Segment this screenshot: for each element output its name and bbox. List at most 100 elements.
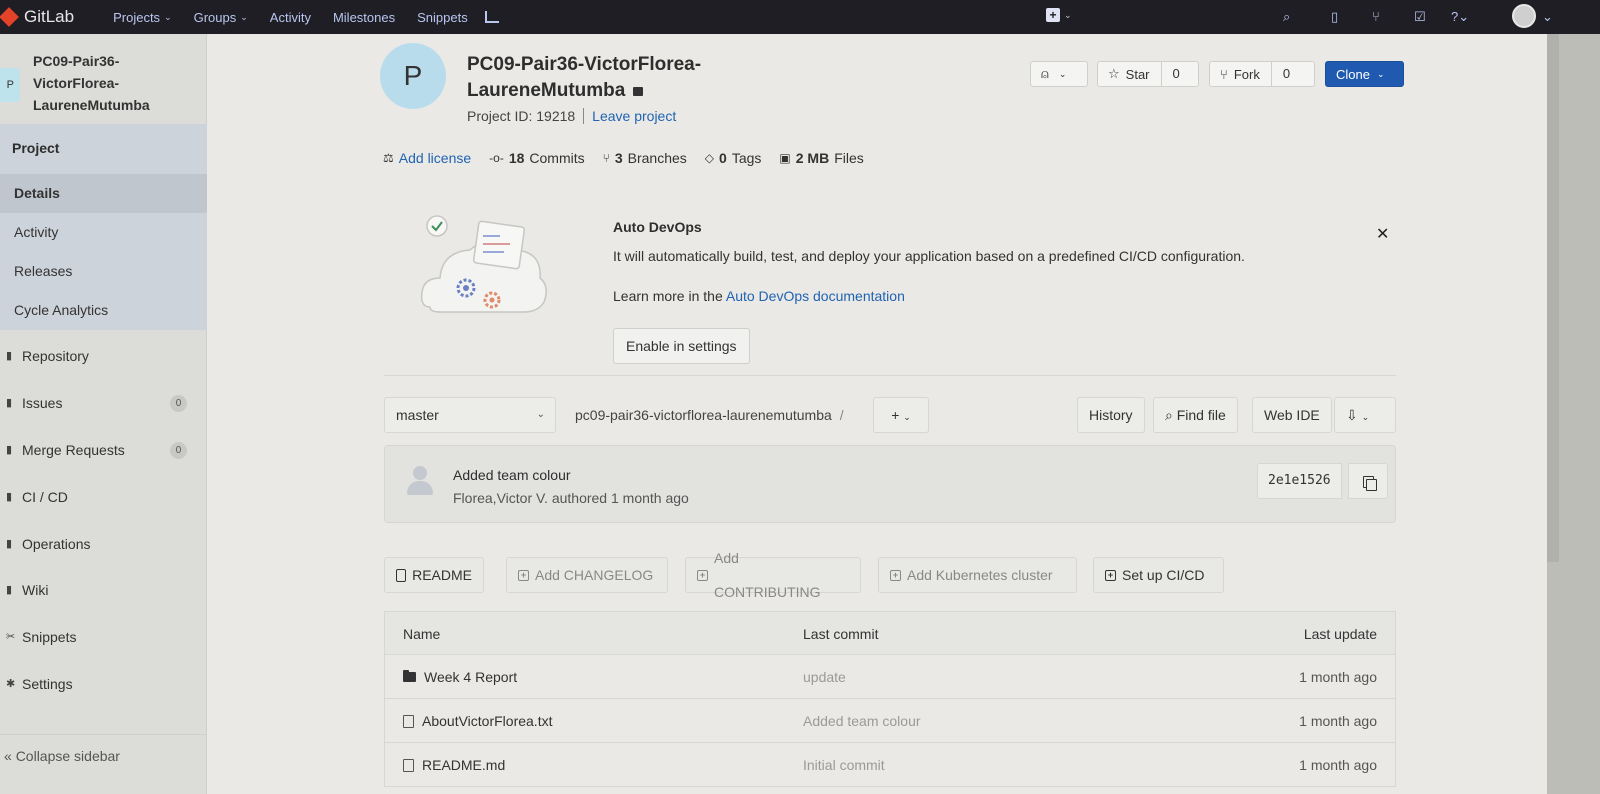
lock-icon (633, 87, 644, 96)
new-dropdown-button[interactable]: + ⌄ (1046, 8, 1072, 22)
sidebar-item-cycle-analytics[interactable]: Cycle Analytics (0, 291, 207, 330)
divider (384, 375, 1396, 376)
table-row[interactable]: AboutVictorFlorea.txt Added team colour … (384, 699, 1396, 743)
star-button[interactable]: ☆ Star 0 (1097, 61, 1199, 87)
repo-root-link[interactable]: pc09-pair36-victorflorea-laurenemutumba (575, 407, 832, 423)
clone-button[interactable]: Clone ⌄ (1325, 61, 1404, 87)
leave-project-link[interactable]: Leave project (592, 108, 676, 124)
updated-time: 1 month ago (1299, 669, 1377, 685)
cloud-icon: ▮ (6, 538, 13, 550)
col-name: Name (403, 626, 441, 642)
files-link[interactable]: ▣ 2 MB Files (779, 150, 863, 166)
todo-icon[interactable]: ☑ (1414, 9, 1426, 25)
sidebar-item-wiki[interactable]: ▮ Wiki (0, 570, 207, 610)
sidebar-item-ci-cd[interactable]: ▮ CI / CD (0, 477, 207, 517)
collapse-sidebar-button[interactable]: « Collapse sidebar (0, 734, 207, 764)
chevron-down-icon: ⌄ (903, 412, 911, 422)
sidebar-subnav: Details Activity Releases Cycle Analytic… (0, 174, 207, 330)
sidebar-item-snippets[interactable]: ✂ Snippets (0, 617, 207, 657)
merge-request-icon[interactable]: ⑂ (1372, 9, 1380, 24)
sidebar-item-repository[interactable]: ▮ Repository (0, 336, 207, 376)
sidebar-item-merge-requests[interactable]: ▮ Merge Requests 0 (0, 430, 207, 470)
add-license-link[interactable]: ⚖ Add license (383, 150, 471, 166)
chevron-down-icon: ⌄ (1376, 68, 1385, 79)
nav-milestones[interactable]: Milestones (322, 10, 406, 25)
nav-snippets[interactable]: Snippets (406, 10, 479, 25)
author-avatar[interactable] (405, 466, 435, 498)
nav-projects[interactable]: Projects ⌄ (102, 10, 183, 25)
tags-link[interactable]: ◇ 0 Tags (705, 150, 762, 166)
commits-link[interactable]: -o- 18 Commits (489, 150, 584, 166)
issues-icon[interactable]: ▯ (1331, 9, 1338, 25)
gitlab-logo[interactable]: GitLab (0, 7, 74, 27)
plus-square-icon: + (697, 569, 708, 581)
table-row[interactable]: Week 4 Report update 1 month ago (384, 655, 1396, 699)
fork-button[interactable]: ⑂ Fork 0 (1209, 61, 1315, 87)
auto-devops-docs-link[interactable]: Auto DevOps documentation (726, 288, 905, 304)
branch-selector[interactable]: master ⌄ (384, 397, 556, 433)
table-header: Name Last commit Last update (384, 611, 1396, 655)
file-icon: ▣ (779, 151, 791, 165)
branches-link[interactable]: ⑂ 3 Branches (603, 150, 687, 166)
chevron-down-icon[interactable]: ⌄ (1542, 9, 1553, 25)
plus-icon: + (1046, 8, 1060, 22)
sidebar-item-project[interactable]: Project (0, 124, 207, 174)
commit-link[interactable]: update (803, 669, 846, 685)
nav-activity[interactable]: Activity (259, 10, 322, 25)
fork-count: 0 (1270, 62, 1292, 86)
chart-icon[interactable] (484, 11, 499, 23)
window-edge (1547, 34, 1600, 794)
plus-square-icon: + (518, 569, 529, 581)
chevron-down-icon: ⌄ (1064, 9, 1072, 20)
table-row[interactable]: README.md Initial commit 1 month ago (384, 743, 1396, 787)
double-chevron-left-icon: « (4, 748, 12, 764)
search-icon: ⌕ (1165, 407, 1173, 423)
commit-sha[interactable]: 2e1e1526 (1257, 463, 1342, 499)
star-icon: ☆ (1108, 66, 1120, 81)
add-changelog-button[interactable]: + Add CHANGELOG (506, 557, 668, 593)
file-name-link[interactable]: AboutVictorFlorea.txt (422, 713, 552, 729)
add-contributing-button[interactable]: + Add CONTRIBUTING (685, 550, 861, 600)
sidebar-item-details[interactable]: Details (0, 174, 207, 213)
notification-dropdown[interactable]: ⍝ ⌄ (1030, 61, 1088, 87)
commit-link[interactable]: Added team colour (803, 713, 921, 729)
bell-icon: ⍝ (1041, 66, 1049, 81)
add-to-tree-dropdown[interactable]: + ⌄ (873, 397, 929, 433)
help-icon[interactable]: ?⌄ (1451, 9, 1469, 25)
project-avatar: P (380, 43, 446, 109)
readme-button[interactable]: README (384, 557, 484, 593)
scrollbar[interactable] (1547, 34, 1559, 562)
sidebar-item-settings[interactable]: ✱ Settings (0, 664, 207, 704)
sidebar-item-releases[interactable]: Releases (0, 252, 207, 291)
issues-icon: ▮ (6, 397, 13, 409)
tanuki-icon (0, 7, 19, 27)
top-nav-links: Projects ⌄ Groups ⌄ Activity Milestones Sn… (102, 10, 479, 25)
sidebar-item-operations[interactable]: ▮ Operations (0, 524, 207, 564)
history-button[interactable]: History (1077, 397, 1145, 433)
sidebar-item-issues[interactable]: ▮ Issues 0 (0, 383, 207, 423)
download-dropdown[interactable]: ⇩ ⌄ (1334, 397, 1396, 433)
commit-link[interactable]: Initial commit (803, 757, 885, 773)
find-file-button[interactable]: ⌕ Find file (1153, 397, 1238, 433)
add-kubernetes-cluster-button[interactable]: + Add Kubernetes cluster (878, 557, 1077, 593)
nav-groups[interactable]: Groups ⌄ (183, 10, 259, 25)
web-ide-button[interactable]: Web IDE (1252, 397, 1332, 433)
auto-devops-illustration (420, 215, 547, 313)
book-icon: ▮ (6, 350, 13, 362)
commit-message[interactable]: Added team colour (453, 467, 571, 483)
copy-sha-button[interactable] (1348, 463, 1388, 499)
sidebar-project-header[interactable]: P PC09-Pair36-VictorFlorea-LaureneMutumb… (0, 46, 207, 126)
scissors-icon: ✂ (6, 631, 16, 643)
updated-time: 1 month ago (1299, 757, 1377, 773)
sidebar-item-activity[interactable]: Activity (0, 213, 207, 252)
search-icon[interactable]: ⌕ (1283, 9, 1290, 25)
user-avatar[interactable] (1512, 4, 1536, 28)
file-name-link[interactable]: README.md (422, 757, 505, 773)
enable-in-settings-button[interactable]: Enable in settings (613, 328, 750, 364)
file-name-link[interactable]: Week 4 Report (424, 669, 517, 685)
gear-icon: ✱ (6, 678, 16, 690)
close-icon[interactable]: ✕ (1376, 224, 1389, 244)
auto-devops-title: Auto DevOps (613, 219, 702, 235)
project-id: Project ID: 19218 (467, 108, 576, 124)
setup-ci-cd-button[interactable]: + Set up CI/CD (1093, 557, 1224, 593)
